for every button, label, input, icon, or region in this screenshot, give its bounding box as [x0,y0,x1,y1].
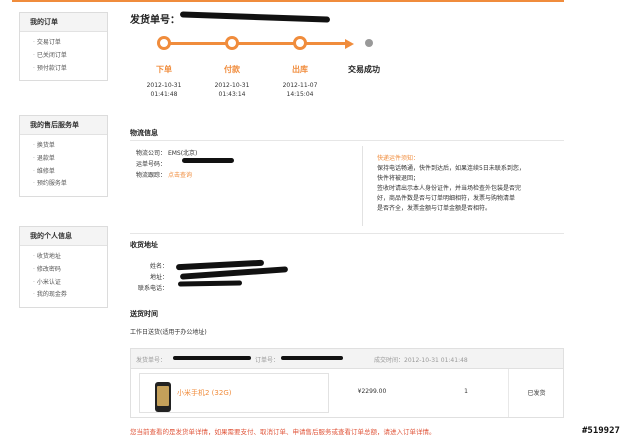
top-accent-line [12,0,564,2]
sidebar-item-orders[interactable]: · 交易订单 [33,37,107,50]
sidebar-item-verify[interactable]: · 小米认证 [33,277,107,290]
product-image [155,382,171,412]
redaction-mark [177,280,243,287]
sidebar-item-exchange[interactable]: · 换货单 [33,140,107,153]
address-addr-label: 地址： [149,274,168,281]
sidebar-item-coupons[interactable]: · 我的现金券 [33,289,107,302]
sidebar-group-title: 我的个人信息 [20,227,107,246]
shipment-table: 发货单号： 订单号： 成交时间：2012-10-31 01:41:48 小米手机… [130,348,564,418]
logistics-company: 物流公司： EMS(北京) [136,150,198,157]
progress-end-dot [365,39,373,47]
logistics-title: 物流信息 [130,129,158,137]
address-phone-label: 联系电话： [137,285,168,292]
delivery-title: 送货时间 [130,310,158,318]
sidebar-group-aftersales: 我的售后服务单 · 换货单 · 退款单 · 维修单 · 预约服务单 [19,115,108,198]
sidebar-item-address[interactable]: · 收货地址 [33,251,107,264]
divider [130,233,564,234]
sidebar-item-refund[interactable]: · 退款单 [33,153,107,166]
redaction-mark [179,11,331,23]
delivery-value: 工作日送货(适用于办公地址) [130,329,207,336]
sidebar-group-title: 我的订单 [20,13,107,32]
redaction-mark [173,356,251,360]
watermark: #519927 [582,426,620,436]
product-cell[interactable]: 小米手机2 (32G) [139,373,329,413]
sidebar-group-title: 我的售后服务单 [20,116,107,135]
shipping-tips: 快递运件须知： 保持电话畅通，快件到达后，如果连续5日未联系到您， 快件将被退回… [362,146,562,226]
notice-text: 您当前查看的是发货单详情，如果需要支付、取消订单、申请售后服务或查看订单总额，请… [130,428,436,436]
redaction-mark [182,158,234,163]
trace-query-link[interactable]: 点击查询 [168,172,192,179]
product-price: ¥2299.00 [357,388,387,395]
address-name-label: 姓名： [149,263,168,270]
sidebar-item-prepaid-orders[interactable]: · 预付款订单 [33,63,107,76]
product-qty: 1 [464,388,468,395]
product-status: 已发货 [527,390,546,397]
sidebar-item-password[interactable]: · 修改密码 [33,264,107,277]
product-name[interactable]: 小米手机2 (32G) [177,388,231,398]
progress-step: 出库 2012-11-07 14:15:04 [282,65,318,98]
sidebar-group-orders: 我的订单 · 交易订单 · 已关闭订单 · 预付款订单 [19,12,108,82]
progress-node [293,36,307,50]
progress-node [157,36,171,50]
progress-arrow-icon [345,38,354,49]
sidebar-item-repair[interactable]: · 维修单 [33,166,107,179]
sidebar-item-appointment[interactable]: · 预约服务单 [33,178,107,191]
progress-step: 付款 2012-10-31 01:43:14 [214,65,250,98]
logistics-tracking: 运单号码： [136,161,167,168]
page-title: 发货单号： [130,15,180,26]
sidebar-item-closed-orders[interactable]: · 已关闭订单 [33,50,107,63]
progress-node [225,36,239,50]
address-title: 收货地址 [130,241,158,249]
logistics-trace: 物流跟踪： 点击查询 [136,172,192,179]
sidebar-group-profile: 我的个人信息 · 收货地址 · 修改密码 · 小米认证 · 我的现金券 [19,226,108,309]
table-row: 小米手机2 (32G) ¥2299.00 1 已发货 [131,369,563,417]
progress-step: 下单 2012-10-31 01:41:48 [146,65,182,98]
redaction-mark [281,356,343,360]
progress-line [160,42,346,45]
progress-final-label: 交易成功 [348,65,380,74]
divider [130,140,564,141]
